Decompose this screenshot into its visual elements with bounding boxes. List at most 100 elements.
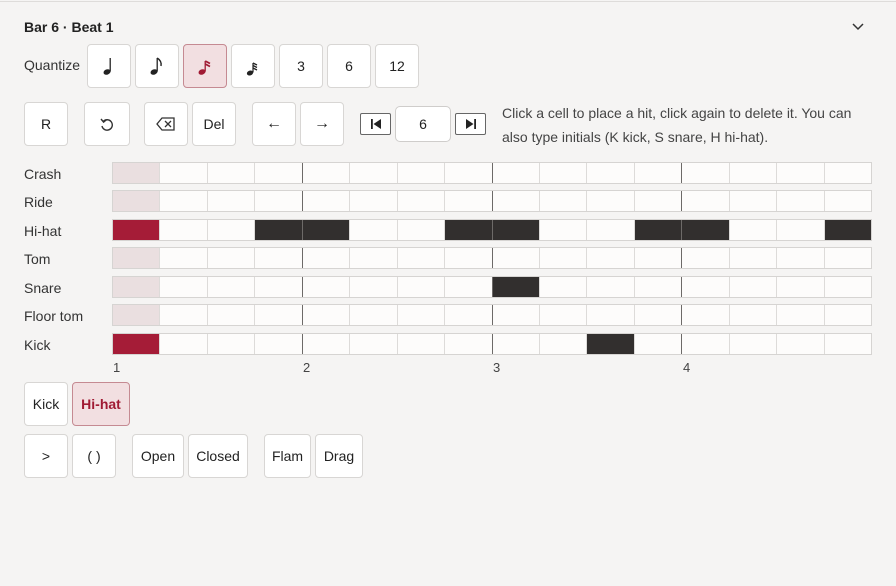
grid-cell-hit[interactable] [681,220,729,240]
grid-cell[interactable] [538,220,586,240]
grid-cell[interactable] [254,163,301,183]
grid-cell[interactable] [586,191,633,211]
bar-number-input[interactable] [395,106,451,142]
grid-cell[interactable] [206,277,254,297]
grid-cell-hit[interactable] [491,220,539,240]
quantize-quarter-button[interactable] [87,44,131,88]
grid-cell[interactable] [159,248,206,268]
grid-cell[interactable] [823,191,871,211]
next-step-button[interactable]: → [300,102,344,146]
grid-cell[interactable] [633,163,681,183]
grid-cell[interactable] [538,191,586,211]
backspace-button[interactable] [144,102,188,146]
grid-cell[interactable] [776,277,823,297]
grid-cell[interactable] [776,248,823,268]
grid-cell[interactable] [491,334,539,354]
grid-cell[interactable] [633,305,681,325]
grid-cell-hit[interactable] [254,220,302,240]
last-bar-button[interactable] [455,113,486,135]
grid-cell[interactable] [444,334,491,354]
grid-cell[interactable] [113,191,160,211]
grid-cell[interactable] [254,248,301,268]
flam-button[interactable]: Flam [264,434,311,478]
grid-cell[interactable] [823,163,871,183]
open-button[interactable]: Open [132,434,184,478]
grid-cell[interactable] [159,305,206,325]
grid-cell[interactable] [349,220,396,240]
grid-cell[interactable] [349,334,396,354]
accent-button[interactable]: > [24,434,68,478]
grid-cell[interactable] [776,163,823,183]
quantize-sixteenth-button[interactable] [183,44,227,88]
first-bar-button[interactable] [360,113,391,135]
grid-cell[interactable] [586,163,633,183]
grid-cell[interactable] [444,305,491,325]
grid-cell[interactable] [159,191,206,211]
grid-cell[interactable] [113,277,160,297]
undo-button[interactable] [84,102,130,146]
grid-cell[interactable] [538,305,586,325]
grid-cell[interactable] [396,334,444,354]
grid-cell[interactable] [444,248,491,268]
grid-cell[interactable] [301,305,349,325]
grid-cell[interactable] [396,248,444,268]
instrument-hihat-button[interactable]: Hi-hat [72,382,130,426]
quantize-triplet-3-button[interactable]: 3 [279,44,323,88]
grid-cell[interactable] [254,277,301,297]
grid-cell[interactable] [301,191,349,211]
grid-cell[interactable] [776,305,823,325]
grid-cell[interactable] [254,191,301,211]
grid-cell[interactable] [823,277,871,297]
grid-cell[interactable] [301,277,349,297]
grid-cell[interactable] [159,163,206,183]
grid-cell[interactable] [206,191,254,211]
grid-cell[interactable] [349,248,396,268]
quantize-thirty-second-button[interactable] [231,44,275,88]
grid-cell[interactable] [349,191,396,211]
grid-cell[interactable] [301,334,349,354]
grid-cell[interactable] [396,220,444,240]
grid-cell[interactable] [586,248,633,268]
grid-cell[interactable] [206,248,254,268]
grid-cell[interactable] [491,305,539,325]
grid-cell[interactable] [728,277,776,297]
grid-cell[interactable] [396,277,444,297]
grid-cell[interactable] [681,248,728,268]
grid-cell[interactable] [206,163,254,183]
grid-cell[interactable] [776,191,823,211]
grid-cell-hit[interactable] [113,334,160,354]
grid-cell-hit[interactable] [823,220,871,240]
grid-cell[interactable] [586,220,633,240]
grid-cell[interactable] [444,163,491,183]
delete-button[interactable]: Del [192,102,236,146]
grid-cell[interactable] [728,334,776,354]
grid-cell-hit[interactable] [491,277,539,297]
grid-cell[interactable] [538,163,586,183]
grid-cell[interactable] [681,334,728,354]
grid-cell[interactable] [491,191,539,211]
grid-cell[interactable] [301,248,349,268]
grid-cell[interactable] [728,248,776,268]
grid-cell[interactable] [113,305,160,325]
grid-cell[interactable] [159,334,206,354]
grid-cell[interactable] [538,277,586,297]
grid-cell[interactable] [776,334,823,354]
grid-cell[interactable] [206,334,254,354]
grid-cell[interactable] [823,334,871,354]
grid-cell[interactable] [586,277,633,297]
grid-cell[interactable] [113,248,160,268]
grid-cell[interactable] [396,163,444,183]
grid-cell[interactable] [728,220,776,240]
grid-cell[interactable] [633,191,681,211]
grid-cell[interactable] [349,277,396,297]
grid-cell[interactable] [586,305,633,325]
drag-button[interactable]: Drag [315,434,363,478]
grid-cell-hit[interactable] [444,220,492,240]
grid-cell[interactable] [396,191,444,211]
closed-button[interactable]: Closed [188,434,248,478]
grid-cell-hit[interactable] [586,334,634,354]
grid-cell[interactable] [206,220,254,240]
quantize-12-button[interactable]: 12 [375,44,419,88]
grid-cell[interactable] [728,191,776,211]
grid-cell-hit[interactable] [301,220,350,240]
